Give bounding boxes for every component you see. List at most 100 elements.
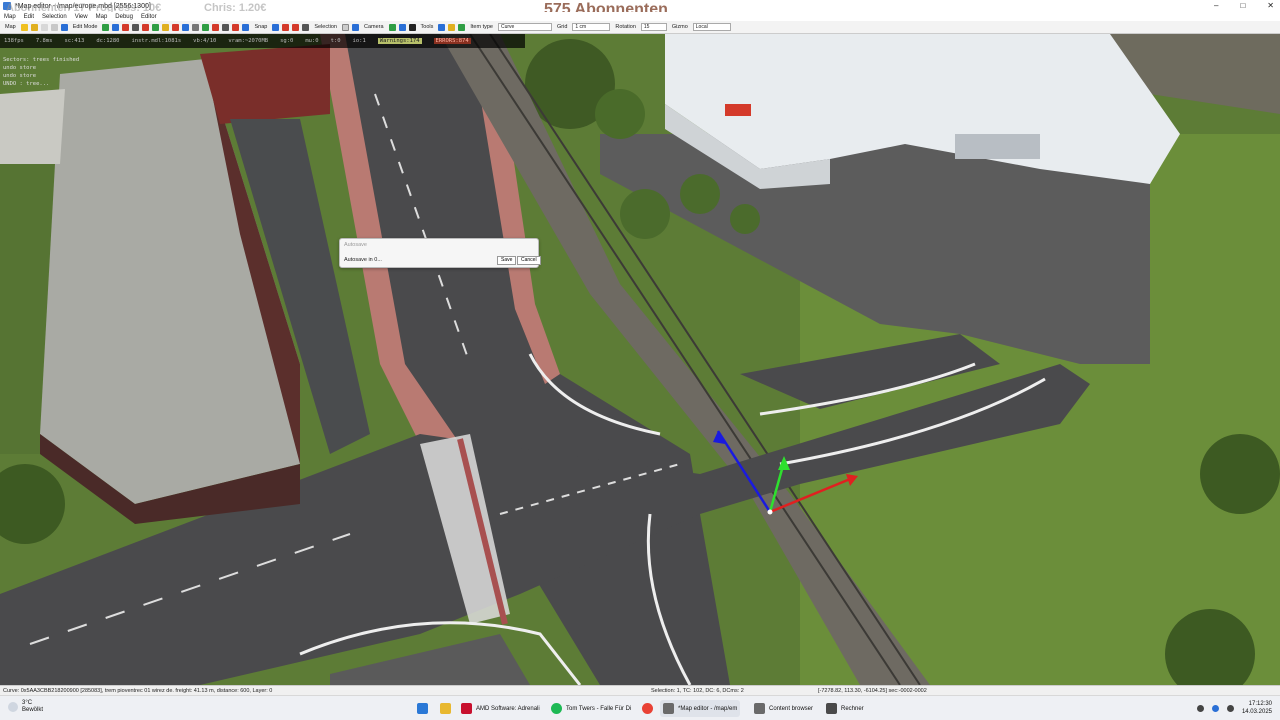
folder-icon bbox=[440, 703, 451, 714]
pause-icon[interactable] bbox=[408, 23, 416, 31]
window-controls: – □ ✕ bbox=[1214, 0, 1274, 12]
toolbar: Map Edit Mode Snap Selection Camera Tool… bbox=[0, 21, 1280, 34]
status-bar: Curve: 0x5AA3CBB218200900 [285083], trem… bbox=[0, 685, 1280, 695]
menu-item[interactable]: Debug bbox=[111, 14, 137, 20]
menu-item[interactable]: Selection bbox=[38, 14, 71, 20]
network-icon[interactable] bbox=[1211, 704, 1219, 712]
map-viewport[interactable]: 138fps 7.8ms sc:413 dc:1280 instr.mdl:10… bbox=[0, 34, 1280, 685]
road-icon[interactable] bbox=[122, 23, 130, 31]
browser-icon bbox=[754, 703, 765, 714]
snap-edge-icon[interactable] bbox=[292, 23, 300, 31]
star-icon[interactable] bbox=[30, 23, 38, 31]
stop-icon[interactable] bbox=[172, 23, 180, 31]
edit-mode-label: Edit Mode bbox=[72, 24, 98, 30]
start-button[interactable] bbox=[414, 700, 431, 717]
water-icon[interactable] bbox=[182, 23, 190, 31]
building-icon[interactable] bbox=[192, 23, 200, 31]
sign-icon[interactable] bbox=[142, 23, 150, 31]
open-icon[interactable] bbox=[40, 23, 48, 31]
menu-item[interactable]: Map bbox=[0, 14, 20, 20]
tool-icon[interactable] bbox=[438, 23, 446, 31]
snap-point-icon[interactable] bbox=[302, 23, 310, 31]
save-icon[interactable] bbox=[50, 23, 58, 31]
taskbar-calculator[interactable]: Rechner bbox=[823, 700, 867, 717]
calculator-icon bbox=[826, 703, 837, 714]
gizmo-select[interactable]: Local bbox=[692, 23, 731, 31]
close-button[interactable]: ✕ bbox=[1267, 0, 1274, 12]
light-icon[interactable] bbox=[162, 23, 170, 31]
io-readout: io:1 bbox=[352, 38, 366, 44]
taskbar-amd[interactable]: AMD Software: Adrenali bbox=[458, 700, 543, 717]
menu-item[interactable]: Edit bbox=[20, 14, 38, 20]
taskbar-chrome[interactable] bbox=[639, 700, 656, 717]
menu-item[interactable]: Editor bbox=[137, 14, 161, 20]
item-type-label: Item type bbox=[470, 24, 493, 30]
errors-badge[interactable]: ERRORS:874 bbox=[433, 38, 471, 44]
chevron-up-icon[interactable] bbox=[1196, 704, 1204, 712]
warnings-badge[interactable]: Warnings:174 bbox=[377, 38, 422, 44]
snap-label: Snap bbox=[254, 24, 268, 30]
rotation-select[interactable]: 15 bbox=[640, 23, 667, 31]
mu-readout: mu:0 bbox=[305, 38, 319, 44]
flag-icon[interactable] bbox=[242, 23, 250, 31]
map-label: Map bbox=[5, 24, 16, 30]
tree-icon[interactable] bbox=[152, 23, 160, 31]
t-readout: t:0 bbox=[330, 38, 341, 44]
task-label: Tom Twers - Falle Für Di bbox=[566, 705, 632, 712]
gizmo-label: Gizmo bbox=[671, 24, 688, 30]
menu-item[interactable]: Map bbox=[92, 14, 112, 20]
taskbar: 3°C Bewölkt AMD Software: Adrenali Tom T… bbox=[0, 695, 1280, 720]
save-button[interactable]: Save bbox=[497, 256, 517, 265]
camera-icon[interactable] bbox=[388, 23, 396, 31]
volume-icon[interactable] bbox=[1226, 704, 1234, 712]
rotation-label: Rotation bbox=[615, 24, 636, 30]
grid-select[interactable]: 1 cm bbox=[572, 23, 611, 31]
clock[interactable]: 17:12:30 14.03.2025 bbox=[1242, 700, 1272, 716]
map-icon[interactable] bbox=[458, 23, 466, 31]
cancel-button[interactable]: Cancel bbox=[517, 256, 541, 265]
play-icon[interactable] bbox=[60, 23, 68, 31]
taskbar-map-editor[interactable]: *Map editor - /map/em bbox=[660, 700, 741, 717]
maximize-button[interactable]: □ bbox=[1240, 0, 1245, 12]
task-label: *Map editor - /map/em bbox=[678, 705, 738, 712]
instance-count: instr.mdl:1081s bbox=[131, 38, 182, 44]
console-log: Sectors: trees finished undo store undo … bbox=[3, 56, 79, 88]
tools-label: Tools bbox=[420, 24, 434, 30]
taskbar-spotify[interactable]: Tom Twers - Falle Für Di bbox=[548, 700, 634, 717]
weather-condition: Bewölkt bbox=[22, 707, 44, 713]
new-icon[interactable] bbox=[20, 23, 28, 31]
terrain-icon[interactable] bbox=[202, 23, 210, 31]
snap-grid-icon[interactable] bbox=[272, 23, 280, 31]
console-line: Sectors: trees finished bbox=[3, 57, 80, 63]
spotify-icon bbox=[551, 703, 562, 714]
arrow-icon[interactable] bbox=[112, 23, 120, 31]
taskbar-content-browser[interactable]: Content browser bbox=[751, 700, 816, 717]
car-icon[interactable] bbox=[232, 23, 240, 31]
item-type-select[interactable]: Curve bbox=[498, 23, 552, 31]
select-all-icon[interactable] bbox=[351, 23, 359, 31]
app-icon bbox=[3, 2, 11, 10]
minimize-button[interactable]: – bbox=[1214, 0, 1218, 12]
filter-icon[interactable] bbox=[398, 23, 406, 31]
snap-node-icon[interactable] bbox=[282, 23, 290, 31]
windows-icon bbox=[417, 703, 428, 714]
editor-icon bbox=[663, 703, 674, 714]
status-coordinates: [-7278.82, 113.30, -6104.25] sec:-0002-0… bbox=[818, 688, 927, 694]
task-label: AMD Software: Adrenali bbox=[476, 705, 540, 712]
menu-item[interactable]: View bbox=[71, 14, 92, 20]
curve-icon[interactable] bbox=[132, 23, 140, 31]
fps-readout: 138fps bbox=[4, 38, 24, 44]
console-line: UNDO : tree... bbox=[3, 81, 50, 87]
move-icon[interactable] bbox=[102, 23, 110, 31]
frametime-readout: 7.8ms bbox=[35, 38, 53, 44]
truck-icon[interactable] bbox=[212, 23, 220, 31]
weather-widget[interactable]: 3°C Bewölkt bbox=[8, 700, 43, 714]
status-selection: Selection: 1, TC: 102, DC: 6, DCms: 2 bbox=[651, 688, 744, 694]
menu-bar: Map Edit Selection View Map Debug Editor bbox=[0, 12, 1280, 21]
status-item-info: Curve: 0x5AA3CBB218200900 [285083], trem… bbox=[3, 688, 273, 694]
select-rect-icon[interactable] bbox=[341, 23, 349, 31]
sun-icon[interactable] bbox=[448, 23, 456, 31]
camera-path-icon[interactable] bbox=[222, 23, 230, 31]
taskbar-explorer[interactable] bbox=[437, 700, 454, 717]
debug-stats-bar: 138fps 7.8ms sc:413 dc:1280 instr.mdl:10… bbox=[0, 34, 525, 48]
